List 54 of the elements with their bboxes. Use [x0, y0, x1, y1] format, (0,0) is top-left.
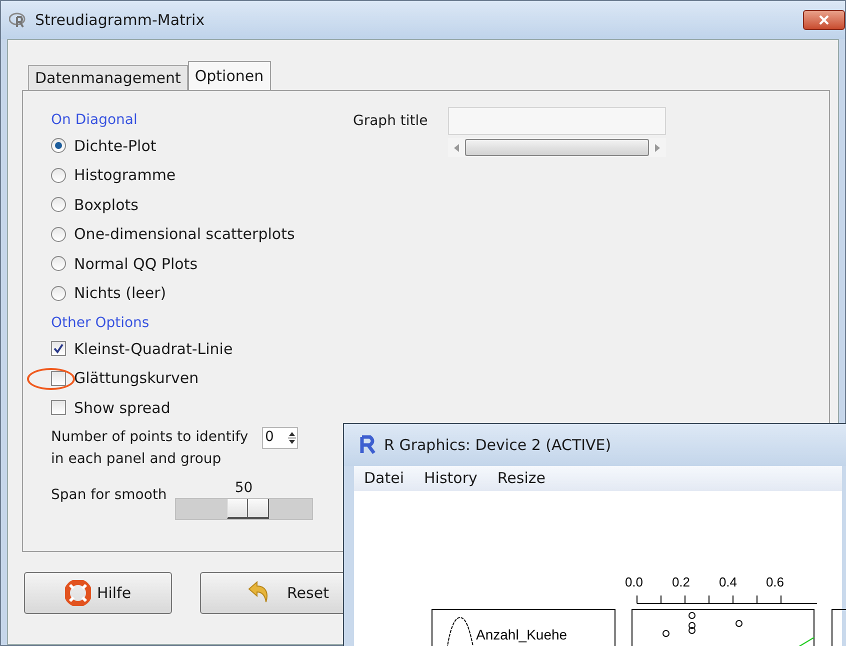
span-slider[interactable]: [174, 498, 313, 520]
help-button[interactable]: Hilfe: [24, 572, 172, 614]
spinner-arrows-icon: [287, 430, 297, 446]
radio-button[interactable]: [51, 256, 66, 272]
section-heading: On Diagonal: [51, 111, 138, 130]
radio-label: Boxplots: [74, 194, 138, 216]
axis-tick-label: 0.2: [672, 574, 690, 590]
app-logo-icon: [9, 12, 27, 28]
radio-label: Histogramme: [74, 165, 176, 186]
close-icon: [819, 15, 829, 25]
axis-tick-label: 0.0: [624, 574, 644, 590]
checkbox-label: Kleinst-Quadrat-Linie: [74, 338, 233, 360]
radio-button[interactable]: [51, 226, 66, 242]
graph-title-label: Graph title: [353, 112, 428, 131]
horizontal-scrollbar[interactable]: [448, 138, 666, 157]
close-button[interactable]: [803, 10, 845, 30]
window-title: Streudiagramm-Matrix: [35, 10, 205, 31]
radio-button[interactable]: [51, 286, 66, 301]
section-heading: Other Options: [51, 314, 150, 333]
radio-label: One-dimensional scatterplots: [74, 224, 295, 245]
slider-thumb[interactable]: [226, 498, 269, 518]
checkbox[interactable]: [51, 370, 66, 386]
plot-panel: [832, 609, 846, 646]
checkbox[interactable]: [51, 400, 66, 416]
menu-item[interactable]: Datei: [364, 467, 404, 490]
lifebuoy-icon: [64, 580, 91, 606]
radio-button[interactable]: [51, 138, 66, 154]
checkbox-label: Glättungskurven: [74, 368, 199, 389]
variable-label: Anzahl_Kuehe: [476, 626, 568, 642]
slider-reading: 50: [234, 478, 253, 498]
checkbox[interactable]: [51, 341, 66, 356]
scroll-right-icon: [654, 144, 660, 152]
graph-title-field[interactable]: [448, 107, 666, 135]
scroll-left-icon: [454, 144, 459, 152]
points-label: Number of points to identify in each panel and group: [51, 428, 250, 468]
radio-button[interactable]: [51, 168, 66, 183]
radio-label: Nichts (leer): [74, 283, 166, 304]
tab[interactable]: Datenmanagement: [28, 65, 188, 90]
span-label: Span for smooth: [51, 486, 167, 504]
radio-label: Normal QQ Plots: [74, 254, 198, 274]
axis-tick-label: 0.6: [766, 574, 784, 590]
density-curve: [446, 617, 474, 646]
points-spinner[interactable]: 0: [262, 426, 298, 448]
tab[interactable]: Optionen: [188, 61, 271, 91]
fit-line: [798, 636, 814, 646]
menu-item[interactable]: History: [424, 467, 478, 490]
axis-tick-label: 0.4: [718, 574, 738, 590]
window-title: R Graphics: Device 2 (ACTIVE): [384, 434, 612, 456]
radio-label: Dichte-Plot: [74, 136, 156, 156]
checkbox-label: Show spread: [74, 398, 170, 418]
menu-item[interactable]: Resize: [497, 467, 546, 490]
scrollbar-thumb[interactable]: [464, 139, 649, 156]
radio-button[interactable]: [51, 197, 66, 212]
r-logo-icon: [358, 435, 378, 455]
